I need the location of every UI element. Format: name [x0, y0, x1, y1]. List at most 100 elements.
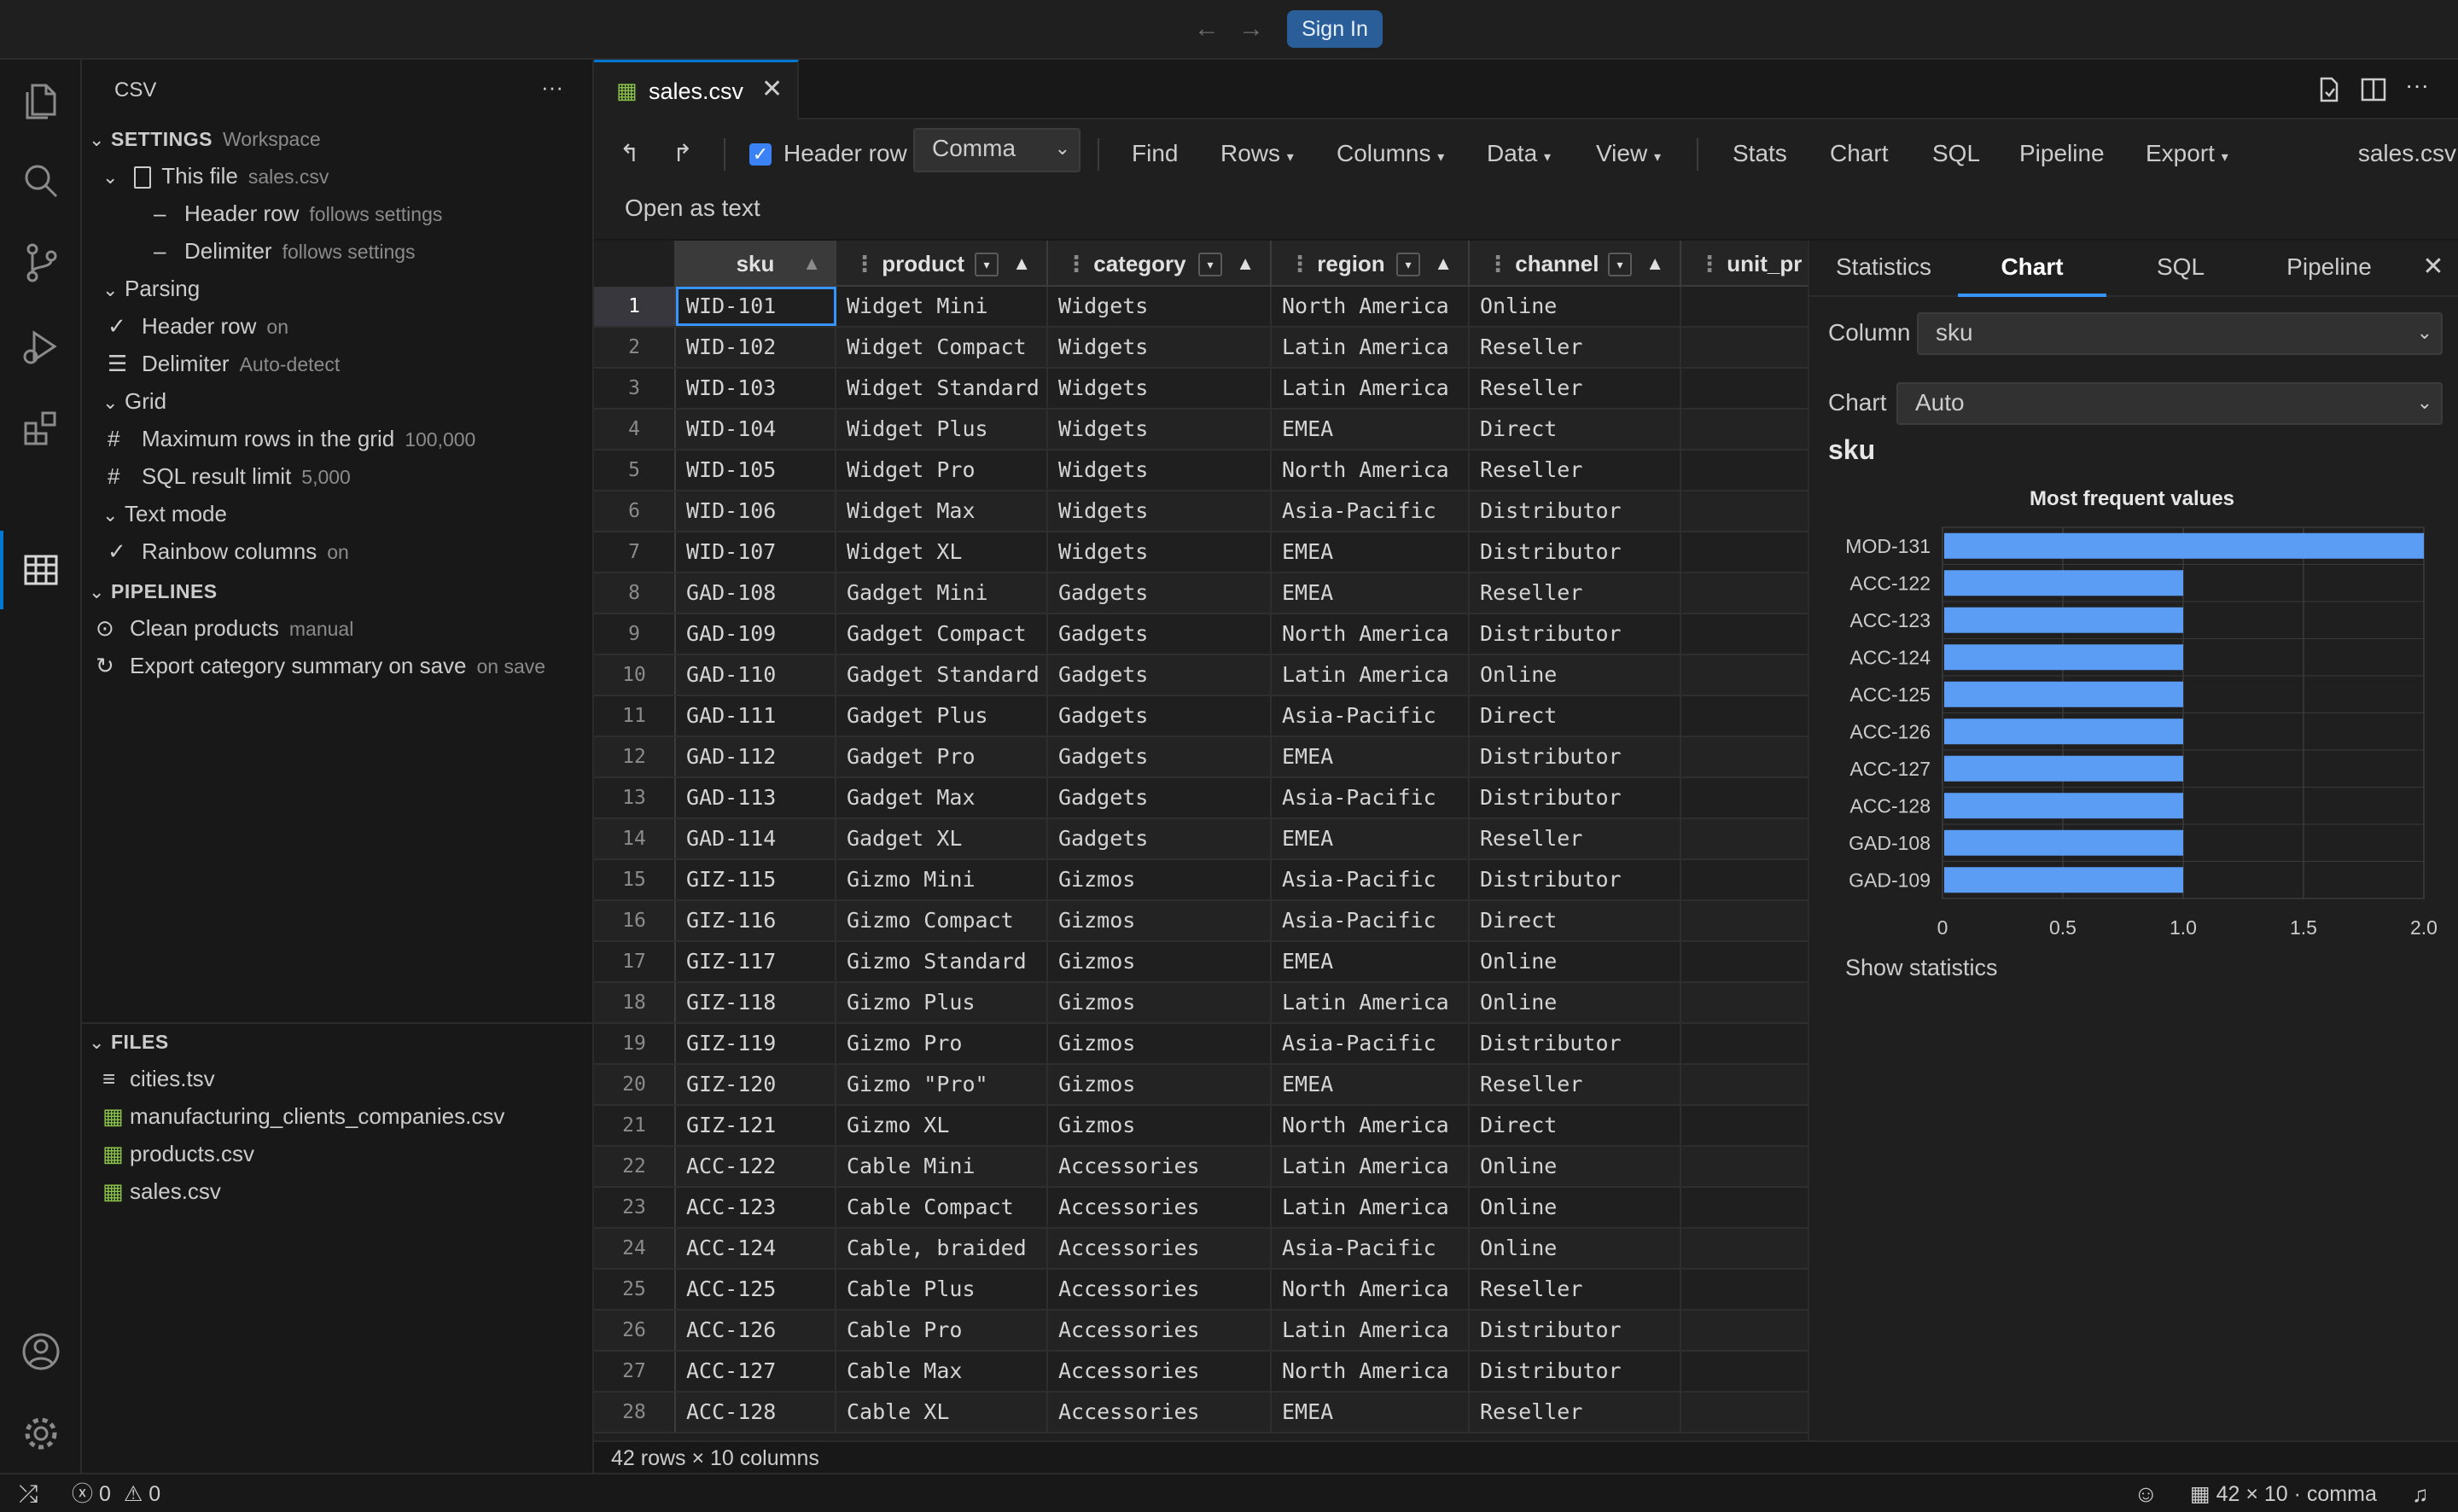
files-section-header[interactable]: ⌄ FILES	[89, 1022, 169, 1060]
table-cell[interactable]: Direct	[1470, 410, 1681, 449]
table-cell[interactable]: WID-106	[676, 491, 836, 531]
table-cell[interactable]: Reseller	[1470, 451, 1681, 490]
sort-asc-icon[interactable]: ▲	[1434, 241, 1453, 287]
table-cell[interactable]: North America	[1272, 1270, 1470, 1309]
row-number[interactable]: 16	[594, 901, 676, 940]
table-cell[interactable]: Distributor	[1470, 614, 1681, 654]
table-cell[interactable]: Widgets	[1048, 410, 1272, 449]
row-number[interactable]: 24	[594, 1229, 676, 1268]
row-number[interactable]: 2	[594, 328, 676, 367]
table-cell[interactable]: Latin America	[1272, 983, 1470, 1022]
table-cell[interactable]: Widgets	[1048, 532, 1272, 572]
rows-menu[interactable]: Rows ▾	[1220, 135, 1294, 172]
table-cell[interactable]: GAD-109	[676, 614, 836, 654]
table-cell[interactable]: Gadget Pro	[836, 737, 1048, 776]
table-cell[interactable]: Gizmos	[1048, 901, 1272, 940]
table-cell[interactable]: Widget Max	[836, 491, 1048, 531]
table-cell[interactable]: Latin America	[1272, 655, 1470, 695]
text-mode-group[interactable]: ⌄ Text mode	[102, 495, 227, 532]
sort-asc-icon[interactable]: ▲	[802, 241, 821, 287]
find-button[interactable]: Find	[1132, 135, 1178, 172]
columns-menu[interactable]: Columns ▾	[1337, 135, 1444, 172]
table-cell[interactable]	[1681, 819, 1808, 858]
sql-button[interactable]: SQL	[1932, 135, 1980, 172]
settings-section-header[interactable]: ⌄ SETTINGS Workspace	[89, 119, 321, 157]
drag-handle-icon[interactable]: ⋮	[1065, 251, 1087, 276]
file-item[interactable]: ≡ cities.tsv	[102, 1060, 215, 1097]
row-number[interactable]: 21	[594, 1106, 676, 1145]
table-cell[interactable]: Direct	[1470, 696, 1681, 736]
header-row-file-setting[interactable]: – Header row follows settings	[154, 195, 442, 232]
filter-icon[interactable]: ▾	[1608, 253, 1632, 276]
tab-sql[interactable]: SQL	[2106, 241, 2255, 297]
drag-handle-icon[interactable]: ⋮	[1487, 251, 1509, 276]
row-number[interactable]: 23	[594, 1188, 676, 1227]
tab-chart[interactable]: Chart	[1958, 241, 2106, 297]
table-cell[interactable]: Reseller	[1470, 1393, 1681, 1432]
table-cell[interactable]	[1681, 491, 1808, 531]
max-rows-setting[interactable]: # Maximum rows in the grid 100,000	[108, 420, 475, 457]
table-cell[interactable]: EMEA	[1272, 1065, 1470, 1104]
table-cell[interactable]	[1681, 614, 1808, 654]
column-header-product[interactable]: ⋮ product ▾ ▲	[836, 241, 1048, 287]
table-cell[interactable]: Gizmos	[1048, 942, 1272, 981]
pipeline-item-export-summary[interactable]: ↻ Export category summary on save on save	[96, 647, 545, 684]
filter-icon[interactable]: ▾	[1198, 253, 1222, 276]
row-number[interactable]: 12	[594, 737, 676, 776]
table-cell[interactable]	[1681, 287, 1808, 326]
show-statistics-link[interactable]: Show statistics	[1845, 949, 1998, 986]
table-cell[interactable]: Online	[1470, 1229, 1681, 1268]
table-cell[interactable]: Asia-Pacific	[1272, 860, 1470, 899]
table-cell[interactable]: Gadgets	[1048, 573, 1272, 613]
column-header-category[interactable]: ⋮ category ▾ ▲	[1048, 241, 1272, 287]
row-number[interactable]: 1	[594, 287, 676, 326]
this-file-item[interactable]: ⌄ This file sales.csv	[102, 157, 329, 195]
source-control-icon[interactable]	[19, 241, 63, 285]
table-cell[interactable]: Latin America	[1272, 1188, 1470, 1227]
row-number[interactable]: 3	[594, 369, 676, 408]
redo-icon[interactable]: ↱	[673, 135, 692, 172]
column-header-region[interactable]: ⋮ region ▾ ▲	[1272, 241, 1470, 287]
table-cell[interactable]: WID-107	[676, 532, 836, 572]
table-cell[interactable]: Cable, braided	[836, 1229, 1048, 1268]
file-item[interactable]: ▦ sales.csv	[102, 1172, 221, 1210]
table-cell[interactable]: Asia-Pacific	[1272, 901, 1470, 940]
file-item[interactable]: ▦ manufacturing_clients_companies.csv	[102, 1097, 504, 1135]
table-cell[interactable]: Reseller	[1470, 573, 1681, 613]
column-header-unit-price[interactable]: ⋮ unit_pr	[1681, 241, 1808, 287]
table-cell[interactable]: GIZ-121	[676, 1106, 836, 1145]
table-cell[interactable]: Gizmo "Pro"	[836, 1065, 1048, 1104]
table-cell[interactable]: Widget Compact	[836, 328, 1048, 367]
tab-statistics[interactable]: Statistics	[1809, 241, 1958, 297]
table-cell[interactable]: Distributor	[1470, 1352, 1681, 1391]
table-cell[interactable]: Distributor	[1470, 532, 1681, 572]
table-cell[interactable]: Gizmo Mini	[836, 860, 1048, 899]
table-cell[interactable]: Gadget XL	[836, 819, 1048, 858]
table-cell[interactable]: Gadget Standard	[836, 655, 1048, 695]
drag-handle-icon[interactable]: ⋮	[1698, 251, 1721, 276]
table-cell[interactable]: Gadgets	[1048, 819, 1272, 858]
row-number[interactable]: 6	[594, 491, 676, 531]
header-row-checkbox[interactable]: ✓	[749, 143, 772, 166]
table-cell[interactable]: Reseller	[1470, 1270, 1681, 1309]
pipeline-button[interactable]: Pipeline	[2019, 135, 2105, 172]
table-cell[interactable]: EMEA	[1272, 532, 1470, 572]
table-cell[interactable]: WID-105	[676, 451, 836, 490]
tab-sales-csv[interactable]: ▦ sales.csv ✕	[594, 60, 799, 119]
table-cell[interactable]: Distributor	[1470, 1024, 1681, 1063]
run-debug-icon[interactable]	[19, 324, 63, 369]
table-cell[interactable]	[1681, 1106, 1808, 1145]
table-cell[interactable]: EMEA	[1272, 942, 1470, 981]
table-cell[interactable]	[1681, 451, 1808, 490]
table-cell[interactable]: Widgets	[1048, 451, 1272, 490]
table-cell[interactable]: Accessories	[1048, 1147, 1272, 1186]
table-cell[interactable]: Online	[1470, 983, 1681, 1022]
close-panel-icon[interactable]: ✕	[2412, 241, 2455, 297]
table-icon[interactable]	[19, 548, 63, 592]
sort-asc-icon[interactable]: ▲	[1012, 241, 1031, 287]
table-cell[interactable]	[1681, 410, 1808, 449]
table-cell[interactable]	[1681, 328, 1808, 367]
tab-pipeline[interactable]: Pipeline	[2255, 241, 2403, 297]
delimiter-file-setting[interactable]: – Delimiter follows settings	[154, 232, 416, 270]
table-cell[interactable]: Accessories	[1048, 1270, 1272, 1309]
